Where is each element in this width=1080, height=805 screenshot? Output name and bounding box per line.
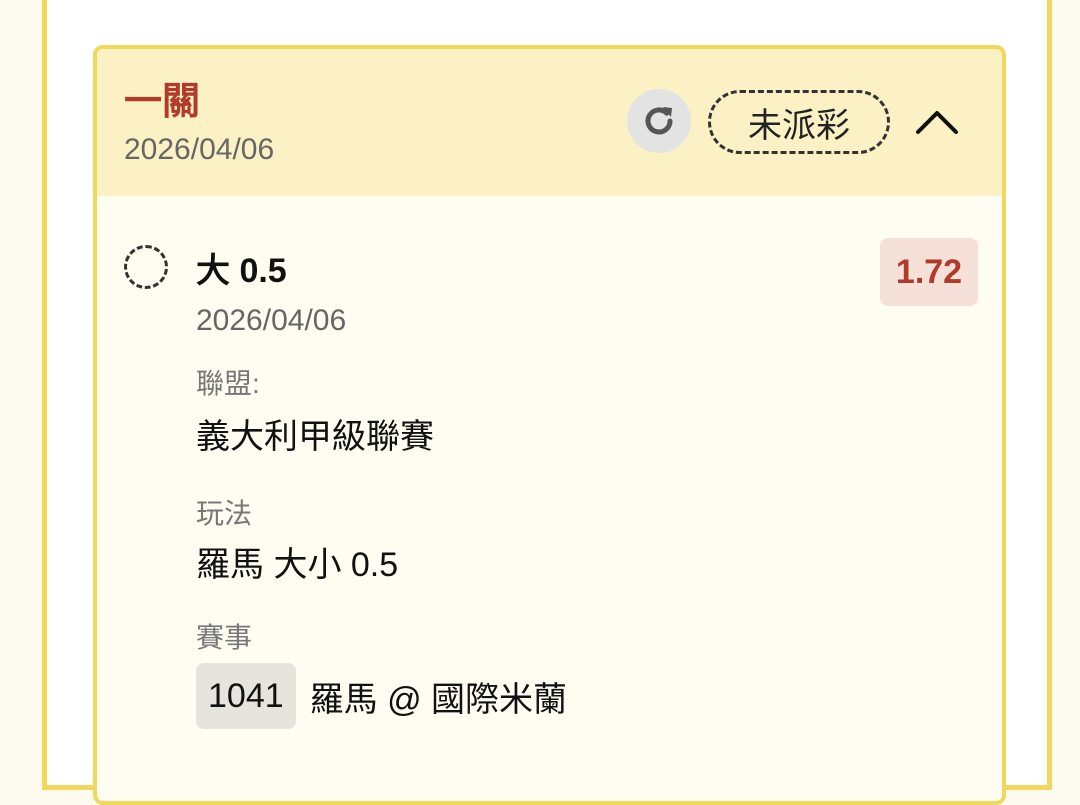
refresh-button[interactable] <box>627 89 691 153</box>
bet-card: 一關 2026/04/06 未派彩 大 0.5 2026/04/06 1.72 … <box>93 45 1006 805</box>
chevron-up-icon <box>916 111 958 134</box>
market-value: 羅馬 大小 0.5 <box>196 546 399 584</box>
event-label: 賽事 <box>196 622 253 653</box>
event-name: 羅馬 @ 國際米蘭 <box>309 680 568 719</box>
selection-radio[interactable] <box>124 245 168 289</box>
odds-badge: 1.72 <box>880 238 978 306</box>
event-row: 1041 羅馬 @ 國際米蘭 <box>196 663 567 729</box>
card-header: 一關 2026/04/06 未派彩 <box>97 49 1002 196</box>
league-label: 聯盟: <box>196 368 260 399</box>
market-label: 玩法 <box>196 498 253 529</box>
collapse-button[interactable] <box>909 97 965 147</box>
selection-date: 2026/04/06 <box>196 304 347 337</box>
selection-name: 大 0.5 <box>196 252 287 290</box>
bet-type-title: 一關 <box>124 81 201 123</box>
status-badge: 未派彩 <box>708 90 890 154</box>
bet-date: 2026/04/06 <box>124 133 275 166</box>
league-value: 義大利甲級聯賽 <box>196 418 434 456</box>
event-id-badge: 1041 <box>196 663 296 729</box>
refresh-icon <box>645 107 673 135</box>
